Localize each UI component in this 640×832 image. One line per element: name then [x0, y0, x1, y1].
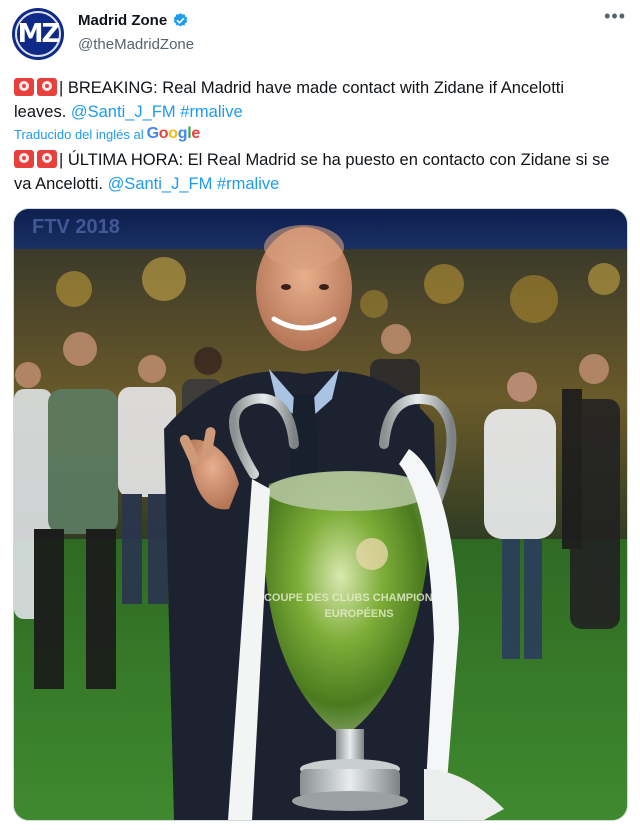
- tweet-photo[interactable]: FTV 2018 COUPE DES CLUBS CHAMPIONS EUROP…: [13, 208, 628, 821]
- tweet-card: MZ Madrid Zone @theMadridZone ••• | BREA…: [0, 0, 640, 832]
- mention-link[interactable]: @Santi_J_FM: [108, 175, 213, 193]
- hashtag-link[interactable]: #rmalive: [217, 175, 279, 193]
- more-icon[interactable]: •••: [604, 6, 626, 27]
- author-name[interactable]: Madrid Zone: [78, 12, 189, 29]
- translation-notice[interactable]: Traducido del inglés al Google: [14, 125, 200, 143]
- stadium-banner-text: FTV 2018: [32, 216, 120, 238]
- siren-emoji-pair: [14, 150, 57, 168]
- siren-icon: [37, 150, 57, 168]
- trophy-engraving-1: COUPE DES CLUBS CHAMPIONS: [264, 592, 440, 604]
- verified-badge-icon: [173, 13, 188, 27]
- tweet-spanish-text: | ÚLTIMA HORA: El Real Madrid se ha pues…: [14, 151, 610, 193]
- avatar[interactable]: MZ: [12, 8, 64, 60]
- author-name-label: Madrid Zone: [78, 12, 168, 29]
- tweet-text-english: | BREAKING: Real Madrid have made contac…: [14, 76, 614, 124]
- siren-icon: [37, 78, 57, 96]
- tweet-text-spanish: | ÚLTIMA HORA: El Real Madrid se ha pues…: [14, 148, 614, 196]
- trophy-engraving-2: EUROPÉENS: [324, 607, 393, 620]
- zidane-trophy-photo: FTV 2018 COUPE DES CLUBS CHAMPIONS EUROP…: [14, 209, 627, 820]
- mention-link[interactable]: @Santi_J_FM: [71, 103, 176, 121]
- siren-icon: [14, 150, 34, 168]
- hashtag-link[interactable]: #rmalive: [180, 103, 242, 121]
- translation-label: Traducido del inglés al: [14, 126, 144, 142]
- google-logo: Google: [146, 125, 201, 142]
- siren-emoji-pair: [14, 78, 57, 96]
- siren-icon: [14, 78, 34, 96]
- author-handle[interactable]: @theMadridZone: [78, 36, 194, 53]
- avatar-ring: [15, 11, 61, 57]
